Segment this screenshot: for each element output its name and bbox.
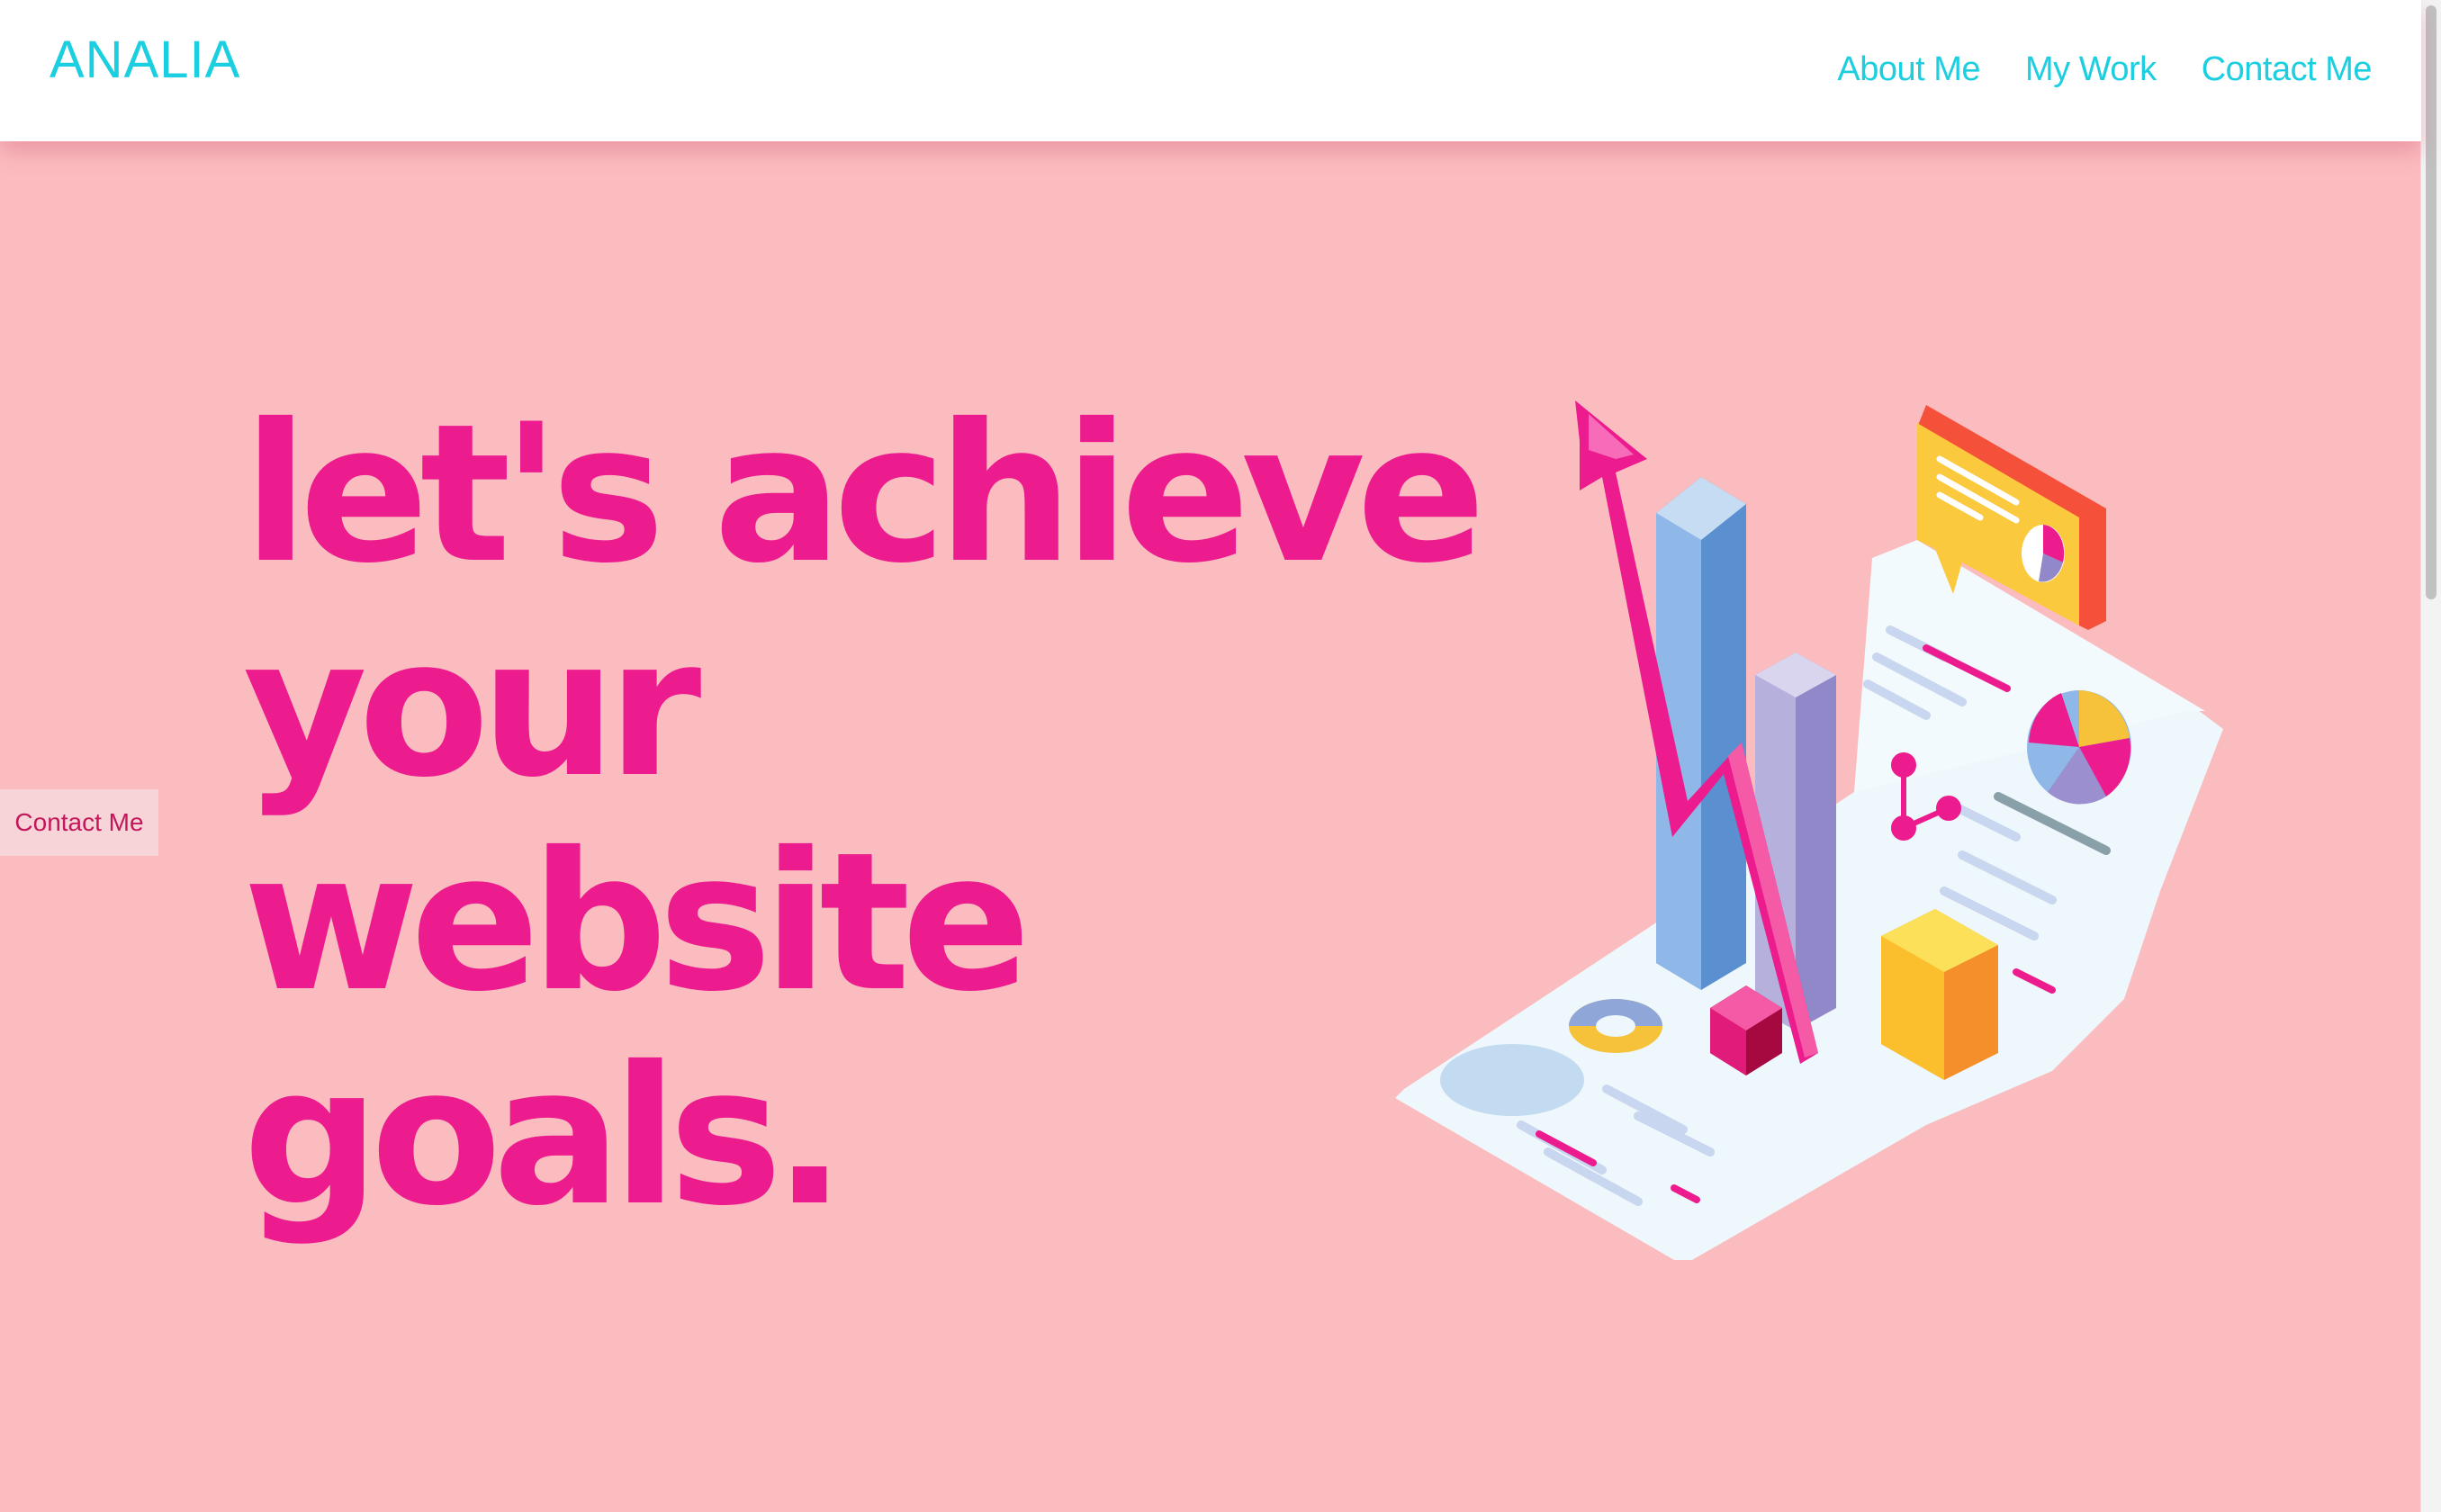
- nav-link-about-me[interactable]: About Me: [1837, 52, 1980, 86]
- nav-link-contact-me[interactable]: Contact Me: [2202, 52, 2373, 86]
- pie-chart-icon: [2027, 690, 2131, 805]
- donut-chart-icon: [1569, 999, 1662, 1053]
- brand-logo-link[interactable]: ANALIA: [50, 34, 240, 86]
- top-navbar: ANALIA About Me My Work Contact Me: [0, 0, 2421, 141]
- hero-heading-line-2: your website: [243, 597, 1031, 1033]
- side-contact-me-tab[interactable]: Contact Me: [0, 789, 158, 856]
- hero-heading: let's achieve your website goals.: [243, 387, 1503, 1244]
- main-content: ANALIA About Me My Work Contact Me let's…: [0, 0, 2421, 1512]
- nav-menu: About Me My Work Contact Me: [1837, 52, 2372, 86]
- vertical-scrollbar[interactable]: [2420, 0, 2441, 1512]
- hero-heading-line-3: goals.: [243, 1025, 846, 1247]
- scrollbar-thumb[interactable]: [2426, 5, 2436, 599]
- nav-link-my-work[interactable]: My Work: [2025, 52, 2157, 86]
- page: ANALIA About Me My Work Contact Me let's…: [0, 0, 2441, 1512]
- hero-heading-line-1: let's achieve: [243, 382, 1486, 605]
- growth-analytics-illustration: [1395, 400, 2223, 1260]
- cloud-shape: [1440, 1044, 1584, 1116]
